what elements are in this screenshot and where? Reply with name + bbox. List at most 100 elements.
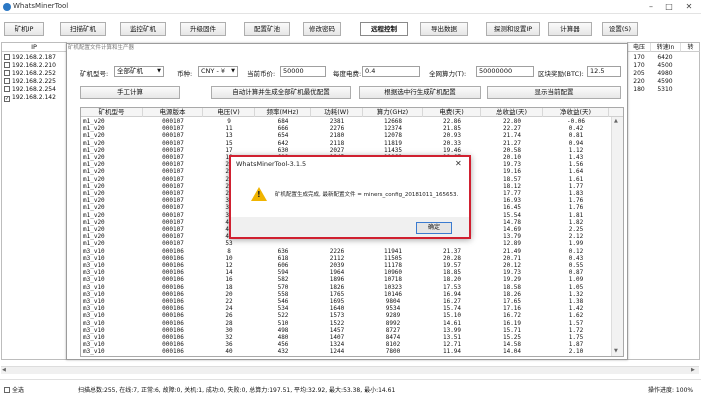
checkbox-icon[interactable] (4, 54, 10, 60)
net-hash-label: 全网算力(T): (429, 70, 467, 78)
column-header[interactable]: 频率(MHz) (255, 108, 311, 117)
config-complete-alert: WhatsMinerTool-3.1.5 ✕ ! 矿机配置生成完成, 最新配置文… (229, 155, 471, 239)
table-cell: 14.04 (502, 348, 522, 356)
ip-address: 192.168.2.225 (12, 78, 56, 85)
select-all-label: 全选 (12, 387, 25, 394)
table-cell: 1244 (329, 348, 345, 356)
status-cell: 4500 (657, 62, 673, 69)
status-cell: 170 (633, 54, 645, 61)
manual-calc-button[interactable]: 手工计算 (80, 86, 180, 99)
status-cell: 205 (633, 70, 645, 77)
table-cell: 40 (225, 348, 233, 356)
toolbar-button-0[interactable]: 矿机IP (4, 22, 44, 36)
status-cell: 170 (633, 62, 645, 69)
table-cell: m3_v10 (83, 348, 105, 356)
status-cell: 4980 (657, 70, 673, 77)
chevron-down-icon: ▼ (157, 68, 161, 74)
warning-exclamation: ! (257, 190, 261, 199)
scroll-right-icon[interactable]: ▶ (691, 367, 695, 373)
table-vertical-scrollbar[interactable]: ▲ ▼ (611, 117, 623, 356)
window-title: WhatsMinerTool (13, 2, 69, 10)
table-cell: 11.94 (442, 348, 462, 356)
close-icon[interactable]: ✕ (455, 159, 462, 168)
toolbar-button-10[interactable]: 设置(S) (602, 22, 638, 36)
minimize-button[interactable]: – (642, 1, 660, 13)
toolbar-button-3[interactable]: 升级固件 (180, 22, 226, 36)
scroll-down-icon[interactable]: ▼ (614, 348, 618, 354)
checkbox-icon[interactable] (4, 62, 10, 68)
ip-list-item[interactable]: 192.168.2.254 (4, 86, 68, 94)
power-fee-input[interactable]: 0.4 (362, 66, 420, 77)
ip-list-panel: IP 192.168.2.187 192.168.2.210 192.168.2.2… (1, 42, 67, 360)
chevron-down-icon: ▼ (231, 68, 235, 74)
column-header[interactable]: 电费(天) (423, 108, 481, 117)
ip-address: 192.168.2.254 (12, 86, 56, 93)
table-row[interactable]: m3_v10 000106 40 432 1244 7800 11.94 14.04 2.10 (81, 348, 611, 356)
block-reward-input[interactable]: 12.5 (587, 66, 621, 77)
table-header: 矿机型号 电源版本 电压(V) 频率(MHz) 功耗(W) 算力(GHz) 电费(天) 总收益… (81, 108, 623, 117)
ip-list-item[interactable]: 192.168.2.252 (4, 70, 68, 78)
column-header[interactable]: 电压(V) (203, 108, 255, 117)
ip-list-item[interactable]: 192.168.2.225 (4, 78, 68, 86)
col-header-fan-in: 转速In (650, 43, 680, 52)
column-header[interactable]: 功耗(W) (311, 108, 363, 117)
ip-list-item[interactable]: 192.168.2.210 (4, 62, 68, 70)
toolbar-button-7[interactable]: 导出数据 (420, 22, 468, 36)
checkbox-icon[interactable]: ✓ (4, 96, 10, 102)
column-header[interactable]: 算力(GHz) (363, 108, 423, 117)
auto-calc-button[interactable]: 自动计算并生成全部矿机最优配置 (211, 86, 351, 99)
generate-config-button[interactable]: 根据选中行生成矿机配置 (359, 86, 481, 99)
net-hash-input[interactable]: 50000000 (476, 66, 534, 77)
toolbar-button-2[interactable]: 监控矿机 (120, 22, 166, 36)
scroll-up-icon[interactable]: ▲ (614, 118, 618, 124)
alert-title: WhatsMinerTool-3.1.5 (236, 160, 307, 168)
coin-value: CNY - ¥ (201, 67, 225, 75)
ok-button[interactable]: 确定 (416, 222, 452, 234)
column-header[interactable]: 总收益(天) (481, 108, 543, 117)
ip-list-item[interactable]: ✓ 192.168.2.142 (4, 94, 68, 102)
ip-list-item[interactable]: 192.168.2.187 (4, 54, 68, 62)
table-cell: 000106 (162, 348, 184, 356)
status-cell: 6420 (657, 54, 673, 61)
table-cell: 2.10 (568, 348, 584, 356)
coin-select[interactable]: CNY - ¥ ▼ (198, 66, 238, 77)
coin-label: 币种: (177, 70, 193, 78)
toolbar-button-6[interactable]: 远程控制 (360, 22, 408, 36)
toolbar-button-8[interactable]: 探测和设置IP (486, 22, 540, 36)
scan-summary: 扫描总数:255, 在线:7, 正常:6, 故障:0, 关机:1, 成功:0, … (78, 387, 396, 394)
checkbox-icon[interactable] (4, 86, 10, 92)
status-cell: 220 (633, 78, 645, 85)
status-cell: 5310 (657, 86, 673, 93)
status-cell: 4590 (657, 78, 673, 85)
alert-message: 矿机配置生成完成, 最新配置文件 = miners_config_2018101… (275, 192, 459, 198)
select-all-checkbox[interactable]: 全选 (4, 385, 24, 394)
power-fee-label: 每度电费: (333, 70, 362, 78)
table-cell: 7800 (385, 348, 401, 356)
toolbar-button-1[interactable]: 扫描矿机 (60, 22, 106, 36)
status-cell: 180 (633, 86, 645, 93)
ip-address: 192.168.2.142 (12, 94, 56, 101)
scroll-left-icon[interactable]: ◀ (2, 367, 6, 373)
ip-address: 192.168.2.210 (12, 62, 56, 69)
horizontal-scrollbar[interactable]: ◀ ▶ (1, 366, 699, 374)
col-header-fan-out: 转 (680, 43, 700, 52)
checkbox-icon[interactable] (4, 78, 10, 84)
model-select[interactable]: 全部矿机 ▼ (114, 66, 164, 77)
toolbar-button-4[interactable]: 配置矿池 (244, 22, 290, 36)
column-header[interactable]: 净收益(天) (543, 108, 609, 117)
show-config-button[interactable]: 显示当前配置 (487, 86, 621, 99)
column-header[interactable]: 矿机型号 (81, 108, 143, 117)
checkbox-icon[interactable] (4, 70, 10, 76)
column-header[interactable]: 电源版本 (143, 108, 203, 117)
price-input[interactable]: 50000 (280, 66, 326, 77)
col-header-voltage: 电压 (628, 43, 650, 52)
maximize-button[interactable]: □ (660, 1, 678, 13)
dialog-title: 矿机配置文件计算和生产器 (68, 45, 135, 51)
close-window-button[interactable]: ✕ (680, 1, 698, 13)
toolbar-button-5[interactable]: 修改密码 (303, 22, 341, 36)
toolbar-button-9[interactable]: 计算器 (548, 22, 592, 36)
checkbox-icon[interactable] (4, 387, 10, 393)
title-bar (0, 0, 701, 14)
ip-list-header: IP (2, 43, 66, 52)
model-label: 矿机型号: (80, 70, 109, 78)
